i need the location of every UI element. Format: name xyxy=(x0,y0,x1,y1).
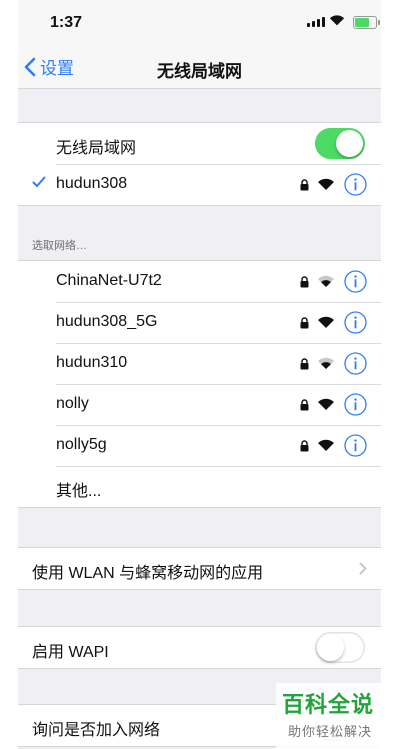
network-row[interactable]: hudun308_5G xyxy=(18,302,381,343)
network-name: ChinaNet-U7t2 xyxy=(56,272,162,289)
lock-icon xyxy=(300,440,309,452)
other-network-label: 其他... xyxy=(56,483,102,500)
wapi-label: 启用 WAPI xyxy=(32,644,109,661)
wapi-row: 启用 WAPI xyxy=(18,627,381,668)
status-time: 1:37 xyxy=(50,14,83,31)
wlan-apps-group: 使用 WLAN 与蜂窝移动网的应用 xyxy=(18,547,381,590)
choose-network-header: 选取网络… xyxy=(32,240,87,252)
wifi-strength-icon xyxy=(318,357,334,369)
network-name: nolly5g xyxy=(56,436,107,453)
wifi-strength-icon xyxy=(318,439,334,451)
navigation-bar: 设置 无线局域网 xyxy=(18,44,381,89)
wifi-toggle-switch[interactable] xyxy=(315,128,365,159)
info-icon[interactable] xyxy=(344,311,367,334)
wapi-group: 启用 WAPI xyxy=(18,626,381,669)
lock-icon xyxy=(300,399,309,411)
watermark-subtitle: 助你轻松解决 xyxy=(288,724,373,739)
ask-join-label: 询问是否加入网络 xyxy=(32,722,161,739)
battery-icon xyxy=(353,16,380,29)
lock-icon xyxy=(300,358,309,370)
page-title: 无线局域网 xyxy=(157,62,242,81)
wifi-strength-icon xyxy=(318,316,334,328)
checkmark-icon xyxy=(32,176,46,187)
info-icon[interactable] xyxy=(344,270,367,293)
wifi-strength-icon xyxy=(318,178,334,190)
wifi-main-group: 无线局域网 hudun308 xyxy=(18,122,381,206)
wifi-toggle-label: 无线局域网 xyxy=(56,140,137,157)
lock-icon xyxy=(300,317,309,329)
watermark-logo: 百科全说 助你轻松解决 xyxy=(276,683,397,749)
info-icon[interactable] xyxy=(344,352,367,375)
info-icon[interactable] xyxy=(344,434,367,457)
wlan-apps-label: 使用 WLAN 与蜂窝移动网的应用 xyxy=(32,565,264,582)
chevron-right-icon xyxy=(359,562,367,575)
info-icon[interactable] xyxy=(344,393,367,416)
connected-network-row[interactable]: hudun308 xyxy=(18,164,381,205)
wapi-toggle-switch[interactable] xyxy=(315,632,365,663)
watermark-title: 百科全说 xyxy=(282,692,375,717)
lock-icon xyxy=(300,179,309,191)
wifi-status-icon xyxy=(329,13,345,32)
lock-icon xyxy=(300,276,309,288)
network-row[interactable]: ChinaNet-U7t2 xyxy=(18,261,381,302)
wifi-strength-icon xyxy=(318,275,334,287)
network-row[interactable]: hudun310 xyxy=(18,343,381,384)
network-row[interactable]: nolly5g xyxy=(18,425,381,466)
network-row[interactable]: nolly xyxy=(18,384,381,425)
network-name: nolly xyxy=(56,395,89,412)
cellular-signal-icon xyxy=(307,17,325,27)
info-icon[interactable] xyxy=(344,173,367,196)
network-list: ChinaNet-U7t2 hudun308_5G hudun310 nolly… xyxy=(18,260,381,508)
status-bar: 1:37 xyxy=(18,0,381,44)
other-network-row[interactable]: 其他... xyxy=(18,466,381,507)
wifi-toggle-row: 无线局域网 xyxy=(18,123,381,164)
wlan-apps-row[interactable]: 使用 WLAN 与蜂窝移动网的应用 xyxy=(18,548,381,589)
network-name: hudun310 xyxy=(56,354,128,371)
wifi-strength-icon xyxy=(318,398,334,410)
network-name: hudun308_5G xyxy=(56,313,158,330)
connected-network-name: hudun308 xyxy=(56,175,128,192)
settings-screen: 1:37 设置 无线局域网 无线局域网 hudun308 选取网络… China… xyxy=(18,0,381,749)
